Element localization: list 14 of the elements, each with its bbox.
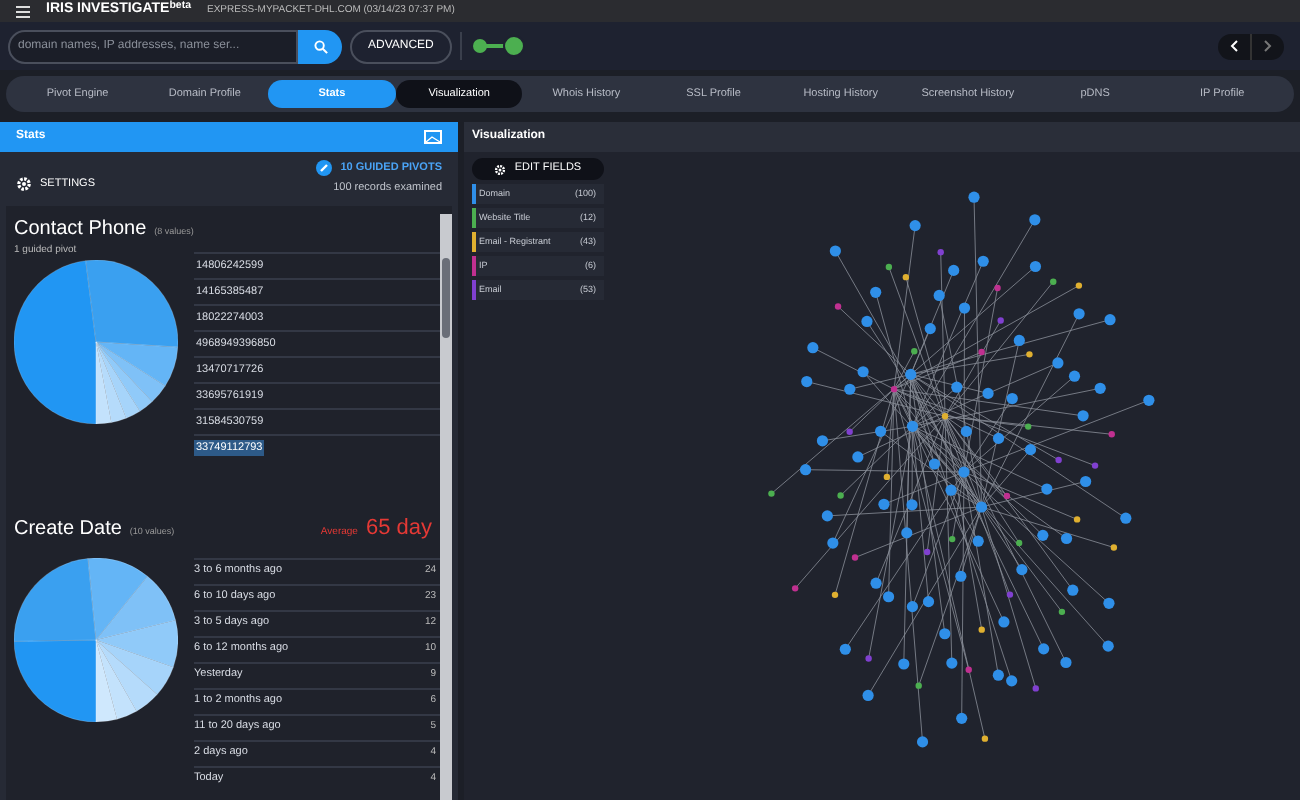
- menu-icon[interactable]: [16, 5, 30, 17]
- toggle-switch-icon[interactable]: [469, 34, 526, 58]
- image-icon[interactable]: [424, 130, 442, 144]
- search-icon: [313, 39, 327, 53]
- settings-icon: [494, 163, 507, 175]
- compass-icon: [316, 160, 333, 177]
- chevron-left-icon: [1230, 40, 1238, 52]
- average-value: 65 day: [365, 514, 432, 544]
- search-button[interactable]: [298, 29, 342, 63]
- chevron-right-icon: [1264, 40, 1272, 52]
- settings-icon: [16, 176, 32, 193]
- section-title: Contact Phone: [14, 215, 147, 243]
- scrollbar-thumb[interactable]: [442, 257, 450, 337]
- section-title: Create Date: [14, 516, 122, 544]
